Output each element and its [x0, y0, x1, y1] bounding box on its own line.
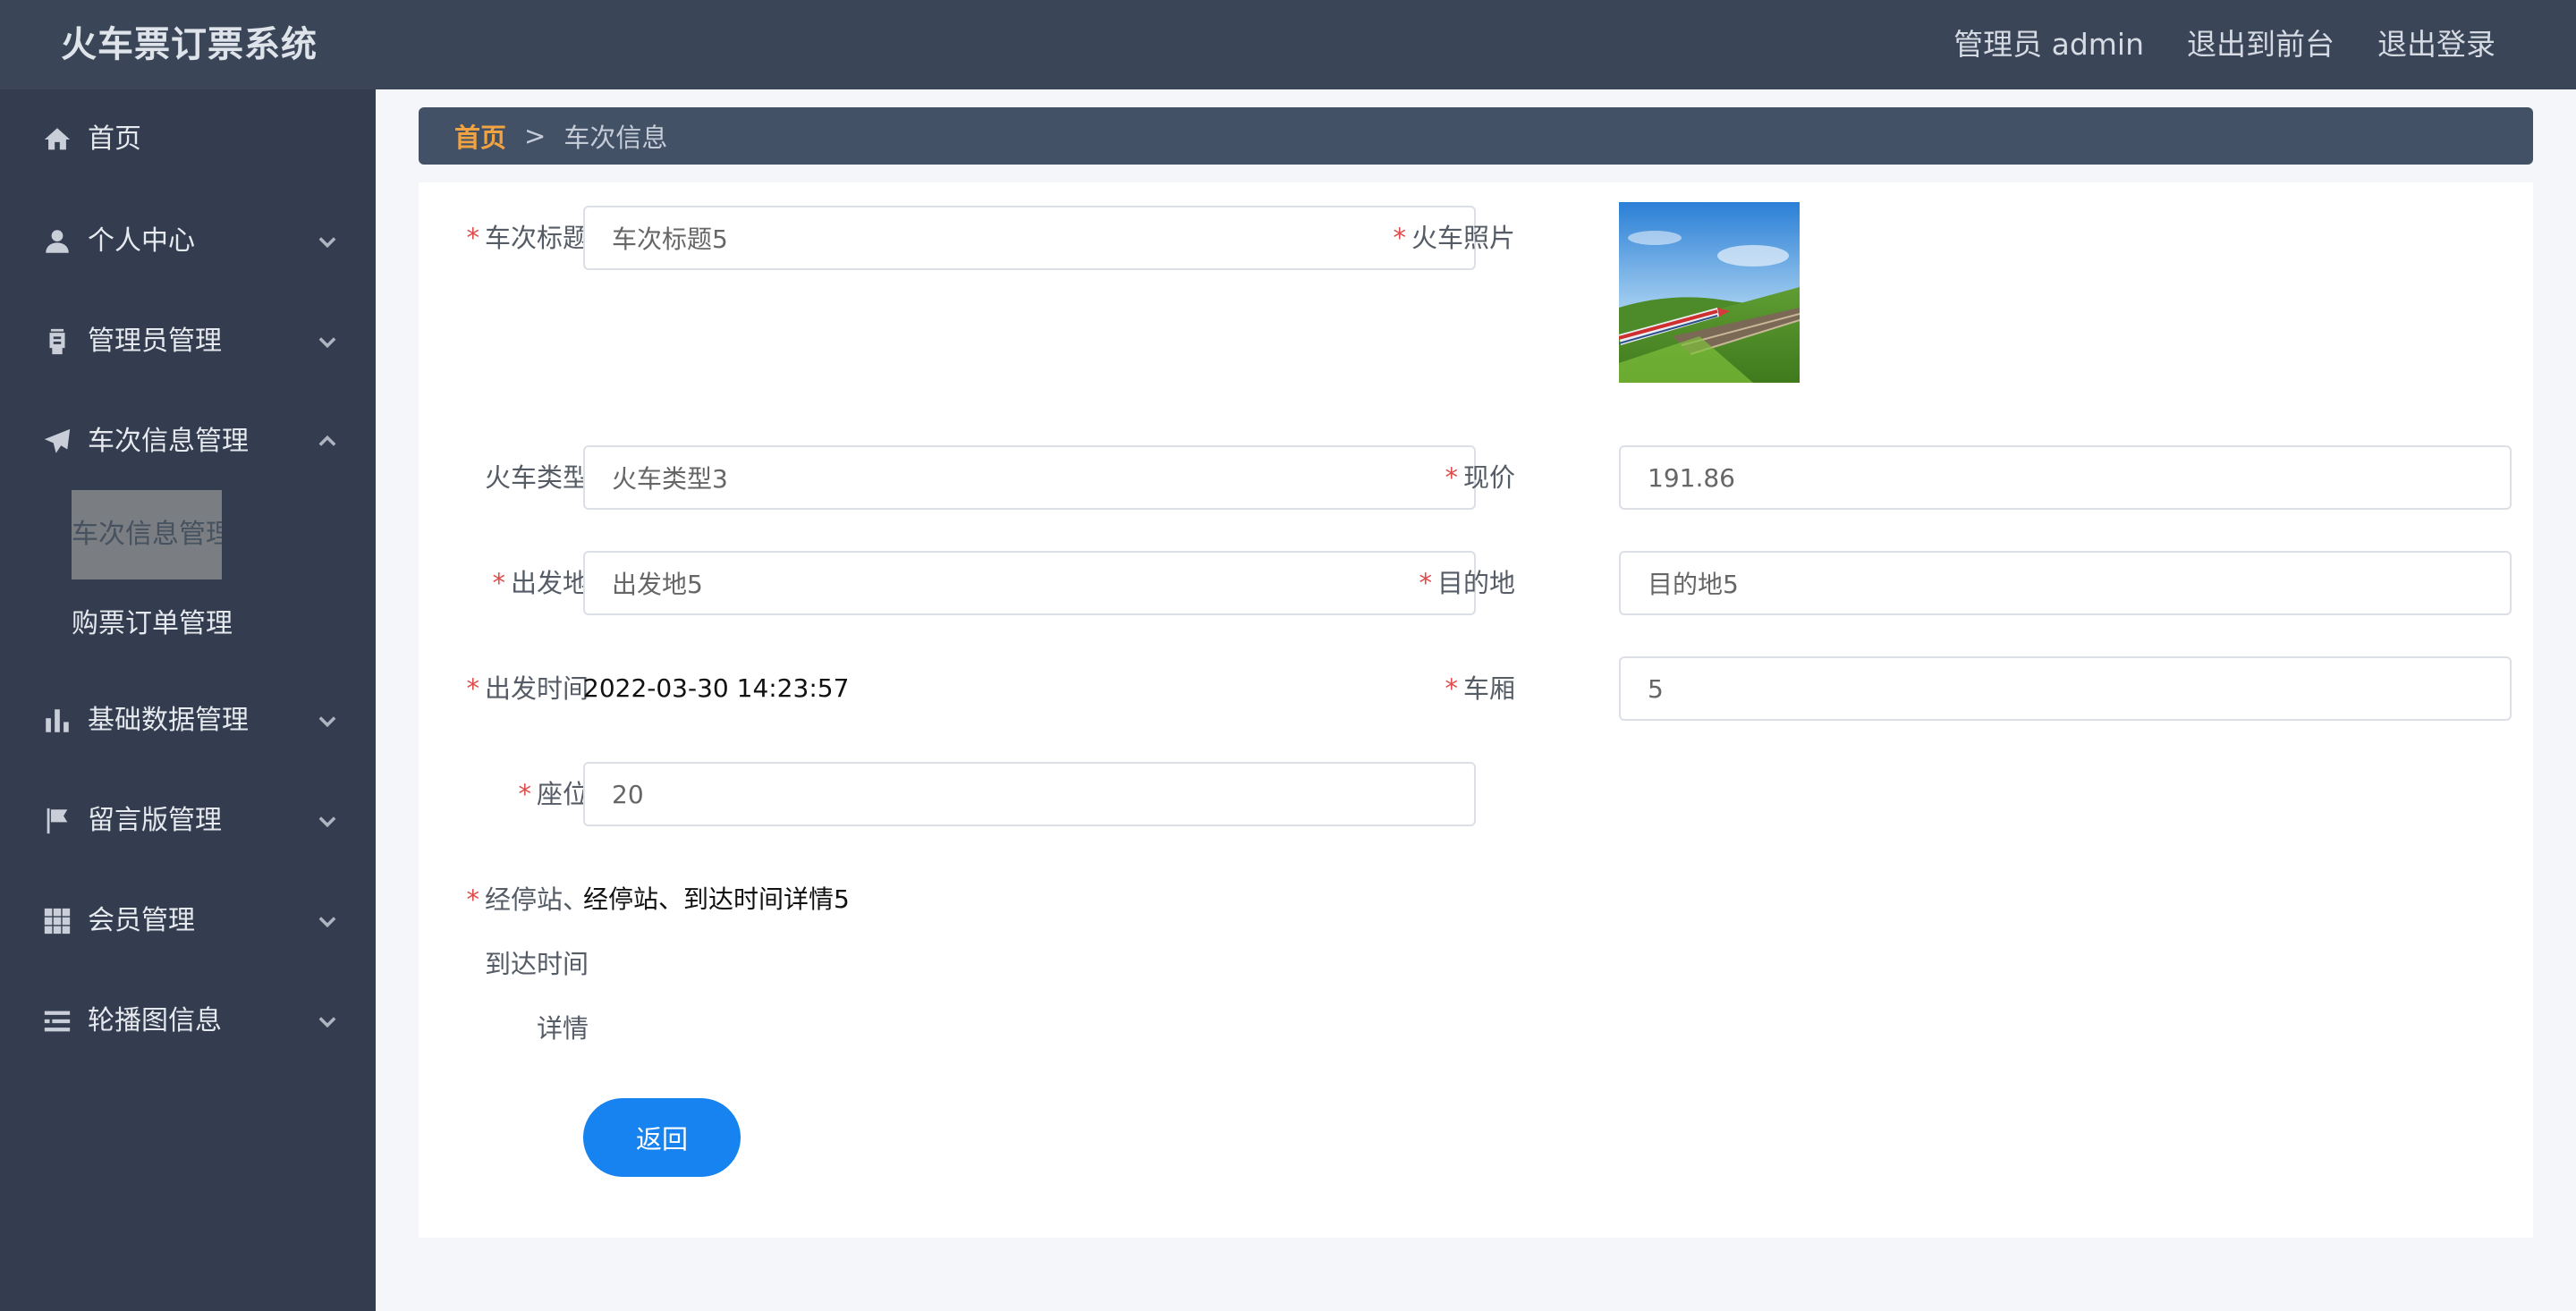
required-mark: * — [466, 223, 479, 253]
required-mark: * — [1393, 223, 1406, 253]
grid-icon — [41, 905, 73, 937]
train-detail-form: *车次标题 *火车照片 — [419, 182, 2533, 1238]
sidebar-item-label: 基础数据管理 — [88, 705, 249, 736]
carriage-field[interactable] — [1619, 656, 2512, 721]
train-title-label: * 车次标题 — [466, 223, 589, 253]
departure-time-value: 2022-03-30 14:23:57 — [583, 673, 850, 703]
sidebar-item-train-info-management[interactable]: 车次信息管理 — [0, 397, 376, 486]
train-photo — [1619, 202, 1800, 383]
paper-plane-icon — [41, 426, 73, 458]
home-icon — [41, 123, 73, 156]
chevron-down-icon — [315, 808, 340, 833]
sidebar-item-admin-management[interactable]: 管理员管理 — [0, 297, 376, 386]
carriage-label: * 车厢 — [1445, 673, 1515, 704]
sidebar-item-home[interactable]: 首页 — [0, 95, 376, 184]
seat-label: * 座位 — [518, 779, 589, 809]
departure-place-label: * 出发地 — [492, 568, 589, 598]
back-button[interactable]: 返回 — [583, 1098, 741, 1177]
sidebar: 首页 个人中心 管理员管理 车次信息管理 车次信息管理 购票订单管理 基础数据管… — [0, 89, 376, 1311]
stops-detail-label-line2: 到达时间 — [484, 949, 589, 979]
admin-user-label[interactable]: 管理员 admin — [1953, 20, 2144, 70]
header-links: 管理员 admin 退出到前台 退出登录 — [1953, 20, 2496, 70]
stops-detail-value: 经停站、到达时间详情5 — [583, 884, 850, 914]
user-icon — [41, 225, 73, 258]
sidebar-subitem-train-info[interactable]: 车次信息管理 — [72, 490, 222, 579]
sidebar-subitem-ticket-orders[interactable]: 购票订单管理 — [72, 579, 233, 669]
sidebar-item-basic-data-management[interactable]: 基础数据管理 — [0, 676, 376, 765]
price-field[interactable] — [1619, 445, 2512, 510]
top-header: 火车票订票系统 管理员 admin 退出到前台 退出登录 — [0, 0, 2576, 89]
chevron-down-icon — [315, 329, 340, 354]
chevron-up-icon — [315, 429, 340, 454]
breadcrumb-home-link[interactable]: 首页 — [454, 117, 506, 155]
breadcrumb-current: 车次信息 — [564, 123, 668, 153]
seat-field[interactable] — [583, 762, 1476, 826]
required-mark: * — [492, 568, 505, 598]
price-label: * 现价 — [1445, 462, 1515, 493]
chevron-down-icon — [315, 1009, 340, 1034]
train-type-label: 火车类型 — [484, 462, 589, 493]
sidebar-item-member-management[interactable]: 会员管理 — [0, 876, 376, 966]
sidebar-item-label: 留言版管理 — [88, 805, 222, 836]
destination-field[interactable] — [1619, 551, 2512, 615]
sidebar-item-label: 会员管理 — [88, 905, 195, 936]
sidebar-item-message-board-management[interactable]: 留言版管理 — [0, 776, 376, 866]
chevron-down-icon — [315, 229, 340, 254]
train-photo-label: * 火车照片 — [1393, 223, 1515, 253]
required-mark: * — [1419, 568, 1432, 598]
sidebar-item-label: 管理员管理 — [88, 326, 222, 357]
required-mark: * — [1445, 462, 1458, 493]
stops-detail-label-line3: 详情 — [536, 1013, 589, 1044]
required-mark: * — [518, 779, 531, 809]
sidebar-item-label: 个人中心 — [88, 225, 195, 257]
departure-time-label: * 出发时间 — [466, 673, 589, 704]
admin-icon — [41, 326, 73, 358]
required-mark: * — [466, 673, 479, 704]
breadcrumb-separator: > — [524, 121, 547, 151]
sidebar-item-carousel-info[interactable]: 轮播图信息 — [0, 977, 376, 1066]
list-icon — [41, 1005, 73, 1037]
destination-label: * 目的地 — [1419, 568, 1515, 598]
stops-detail-label: * 经停站、 — [466, 884, 589, 915]
logout-link[interactable]: 退出登录 — [2377, 20, 2496, 70]
chevron-down-icon — [315, 909, 340, 934]
sidebar-item-personal-center[interactable]: 个人中心 — [0, 197, 376, 286]
breadcrumb: 首页 > 车次信息 — [419, 107, 2533, 165]
sidebar-item-label: 首页 — [88, 123, 141, 155]
chevron-down-icon — [315, 708, 340, 733]
app-title: 火车票订票系统 — [61, 24, 318, 65]
bar-chart-icon — [41, 705, 73, 737]
exit-to-frontend-link[interactable]: 退出到前台 — [2187, 20, 2334, 70]
sidebar-item-label: 轮播图信息 — [88, 1005, 222, 1036]
required-mark: * — [1445, 673, 1458, 704]
required-mark: * — [466, 884, 479, 915]
flag-icon — [41, 805, 73, 837]
sidebar-item-label: 车次信息管理 — [88, 426, 249, 457]
